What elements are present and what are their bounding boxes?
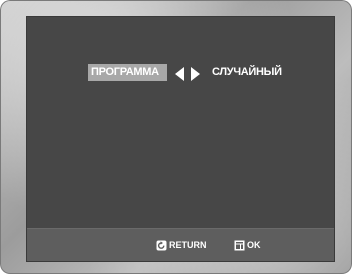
menu-value-random: СЛУЧАЙНЫЙ bbox=[212, 66, 282, 78]
osd-screen: ПРОГРАММА СЛУЧАЙНЫЙ RETURN OK bbox=[27, 17, 334, 261]
menu-item-program[interactable]: ПРОГРАММА bbox=[88, 64, 167, 81]
left-arrow-icon[interactable] bbox=[175, 67, 184, 81]
footer-bar: RETURN OK bbox=[27, 228, 334, 261]
ok-label: OK bbox=[247, 240, 261, 250]
return-label: RETURN bbox=[169, 240, 207, 250]
enter-icon bbox=[234, 240, 245, 251]
right-arrow-icon[interactable] bbox=[191, 67, 200, 81]
return-button[interactable]: RETURN bbox=[156, 239, 207, 252]
menu-row-program: ПРОГРАММА СЛУЧАЙНЫЙ bbox=[27, 17, 334, 261]
return-icon bbox=[156, 240, 167, 251]
tv-bezel: ПРОГРАММА СЛУЧАЙНЫЙ RETURN OK bbox=[0, 0, 352, 274]
ok-button[interactable]: OK bbox=[234, 239, 261, 252]
